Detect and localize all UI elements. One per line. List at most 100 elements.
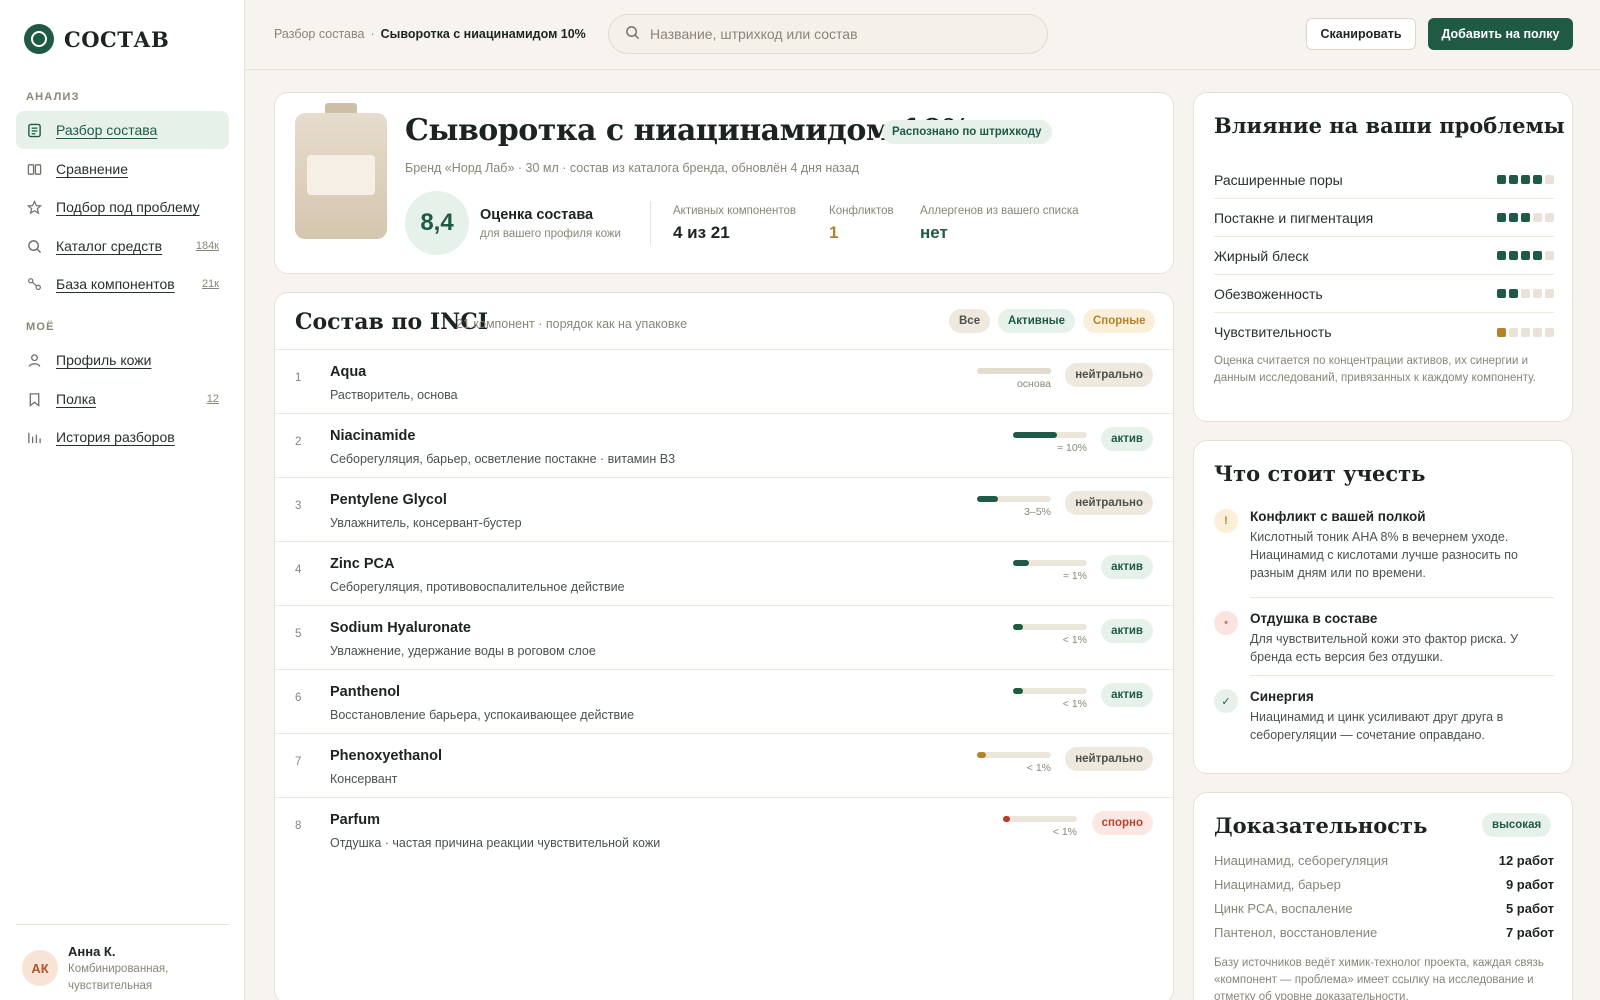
ingredient-tag: спорно: [1091, 811, 1153, 835]
stat-conflicts: Конфликтов 1: [829, 205, 894, 243]
sidebar-item-label: База компонентов: [56, 276, 175, 292]
concerns-card: Что стоит учесть ! Конфликт с вашей полко…: [1193, 440, 1573, 774]
filter-active[interactable]: Активные: [998, 309, 1075, 333]
ingredient-function: Растворитель, основа: [330, 388, 458, 402]
concentration-bar-fill: [977, 368, 1051, 374]
avatar: АК: [22, 950, 58, 986]
impact-row: Жирный блеск: [1214, 237, 1554, 275]
rating-dot: [1545, 251, 1554, 260]
inci-row[interactable]: 2 Niacinamide Себорегуляция, барьер, освет…: [275, 413, 1173, 477]
stat-value: 4 из 21: [673, 223, 730, 242]
impact-note: Оценка считается по концентрации активов…: [1214, 355, 1536, 384]
inci-row[interactable]: 6 Panthenol Восстановление барьера, успока…: [275, 669, 1173, 733]
concentration-bar: [977, 368, 1051, 374]
sidebar-item-match[interactable]: Подбор под проблему: [16, 188, 229, 226]
score-title: Оценка состава: [480, 207, 594, 223]
concern-description: Ниацинамид и цинк усиливают друг друга в…: [1250, 710, 1504, 742]
concentration-value: основа: [1016, 378, 1051, 390]
sidebar-item-history[interactable]: История разборов: [16, 418, 229, 456]
evidence-level-badge: высокая: [1482, 813, 1552, 837]
divider: [1250, 597, 1554, 598]
evidence-row: Ниацинамид, себорегуляция 12 работ: [1214, 853, 1554, 868]
evidence-row: Ниацинамид, барьер 9 работ: [1214, 877, 1554, 892]
bookmark-icon: [26, 391, 42, 407]
inci-position: 3: [295, 500, 302, 512]
rating-dot: [1521, 289, 1530, 298]
concern-item: ! Конфликт с вашей полкой Кислотный тоник …: [1214, 509, 1554, 582]
breadcrumb-root[interactable]: Разбор состава: [274, 27, 364, 41]
filter-all[interactable]: Все: [949, 309, 991, 333]
sidebar-item-analysis[interactable]: Разбор состава: [16, 111, 229, 149]
concentration-bar: [1013, 688, 1087, 694]
ingredient-function: Консервант: [330, 772, 398, 786]
add-to-shelf-button[interactable]: Добавить на полку: [1428, 18, 1573, 50]
sidebar-item-label: История разборов: [56, 429, 175, 445]
concentration-bar: [1013, 624, 1087, 630]
impact-label: Жирный блеск: [1214, 247, 1309, 264]
ingredient-name: Sodium Hyaluronate: [330, 620, 471, 636]
evidence-row: Цинк PCA, воспаление 5 работ: [1214, 901, 1554, 916]
inci-row[interactable]: 3 Pentylene Glycol Увлажнитель, консервант…: [275, 477, 1173, 541]
sidebar-item-label: Каталог средств: [56, 238, 163, 254]
sidebar-item-catalog[interactable]: Каталог средств 184к: [16, 227, 229, 265]
inci-row[interactable]: 5 Sodium Hyaluronate Увлажнение, удержание…: [275, 605, 1173, 669]
ingredient-name: Niacinamide: [330, 428, 416, 444]
inci-row[interactable]: 7 Phenoxyethanol Консервант < 1% нейтрально: [275, 733, 1173, 797]
stat-allergens: Аллергенов из вашего списка нет: [920, 205, 1079, 243]
concern-item: ✓ Синергия Ниацинамид и цинк усиливают дру…: [1214, 689, 1554, 744]
ingredient-tag: актив: [1101, 683, 1153, 707]
ingredient-name: Panthenol: [330, 684, 401, 700]
inci-row[interactable]: 4 Zinc PCA Себорегуляция, противовоспалите…: [275, 541, 1173, 605]
stat-value: 1: [829, 223, 839, 242]
ingredient-name: Aqua: [330, 364, 367, 380]
user-profile[interactable]: АК Анна К. Комбинированная, чувствительн…: [22, 944, 198, 995]
divider: [650, 201, 651, 245]
concentration-bar-fill: [1013, 624, 1023, 630]
user-icon: [26, 352, 42, 368]
sidebar-item-count: 21к: [201, 278, 219, 290]
filter-disputed[interactable]: Спорные: [1083, 309, 1156, 333]
sidebar-item-skin-profile[interactable]: Профиль кожи: [16, 341, 229, 379]
rating-dot: [1521, 213, 1530, 222]
rating-dot: [1497, 289, 1506, 298]
impact-label: Постакне и пигментация: [1214, 209, 1374, 226]
inci-row[interactable]: 8 Parfum Отдушка · частая причина реакции …: [275, 797, 1173, 861]
ingredient-name: Pentylene Glycol: [330, 492, 447, 508]
rating-dot: [1533, 213, 1542, 222]
inci-position: 2: [295, 436, 302, 448]
user-skin-type: Комбинированная, чувствительная: [68, 963, 169, 992]
concern-title: Синергия: [1250, 689, 1314, 704]
concentration-bar: [977, 496, 1051, 502]
rating-dot: [1521, 327, 1530, 337]
sidebar-item-compare[interactable]: Сравнение: [16, 150, 229, 188]
concentration-value: 3–5%: [1024, 506, 1051, 518]
rating-dot: [1533, 251, 1542, 260]
rating-dot: [1509, 213, 1518, 222]
sidebar-item-count: 184к: [195, 240, 219, 252]
sidebar: СОСТАВ АНАЛИЗ Разбор состава Сравнение П…: [0, 0, 245, 1000]
concentration-value: ≈ 1%: [1063, 570, 1087, 582]
app-logo[interactable]: СОСТАВ: [24, 24, 169, 54]
app-name: СОСТАВ: [64, 26, 170, 52]
inci-subtitle: 21 компонент · порядок как на упаковке: [456, 317, 688, 331]
search-bar[interactable]: [608, 14, 1048, 54]
concern-title: Отдушка в составе: [1250, 611, 1378, 626]
scan-button[interactable]: Сканировать: [1306, 18, 1416, 50]
concentration-bar: [1013, 560, 1087, 566]
rating-dot: [1509, 289, 1518, 298]
search-icon: [625, 25, 640, 43]
rating-dot: [1521, 175, 1530, 184]
rating-dot: [1509, 175, 1518, 184]
concentration-value: < 1%: [1052, 826, 1077, 838]
evidence-topic: Цинк PCA, воспаление: [1214, 901, 1353, 916]
sidebar-item-shelf[interactable]: Полка 12: [16, 380, 229, 418]
inci-position: 7: [295, 756, 302, 768]
product-meta: Бренд «Норд Лаб» · 30 мл · состав из кат…: [405, 161, 860, 175]
inci-row[interactable]: 1 Aqua Растворитель, основа основа нейтральн…: [275, 349, 1173, 413]
concentration-bar: [1003, 816, 1077, 822]
ingredient-tag: актив: [1101, 619, 1153, 643]
concern-description: Кислотный тоник AHA 8% в вечернем уходе.…: [1250, 530, 1518, 580]
search-input[interactable]: [650, 26, 1020, 42]
inci-position: 4: [295, 564, 302, 576]
sidebar-item-components[interactable]: База компонентов 21к: [16, 265, 229, 303]
